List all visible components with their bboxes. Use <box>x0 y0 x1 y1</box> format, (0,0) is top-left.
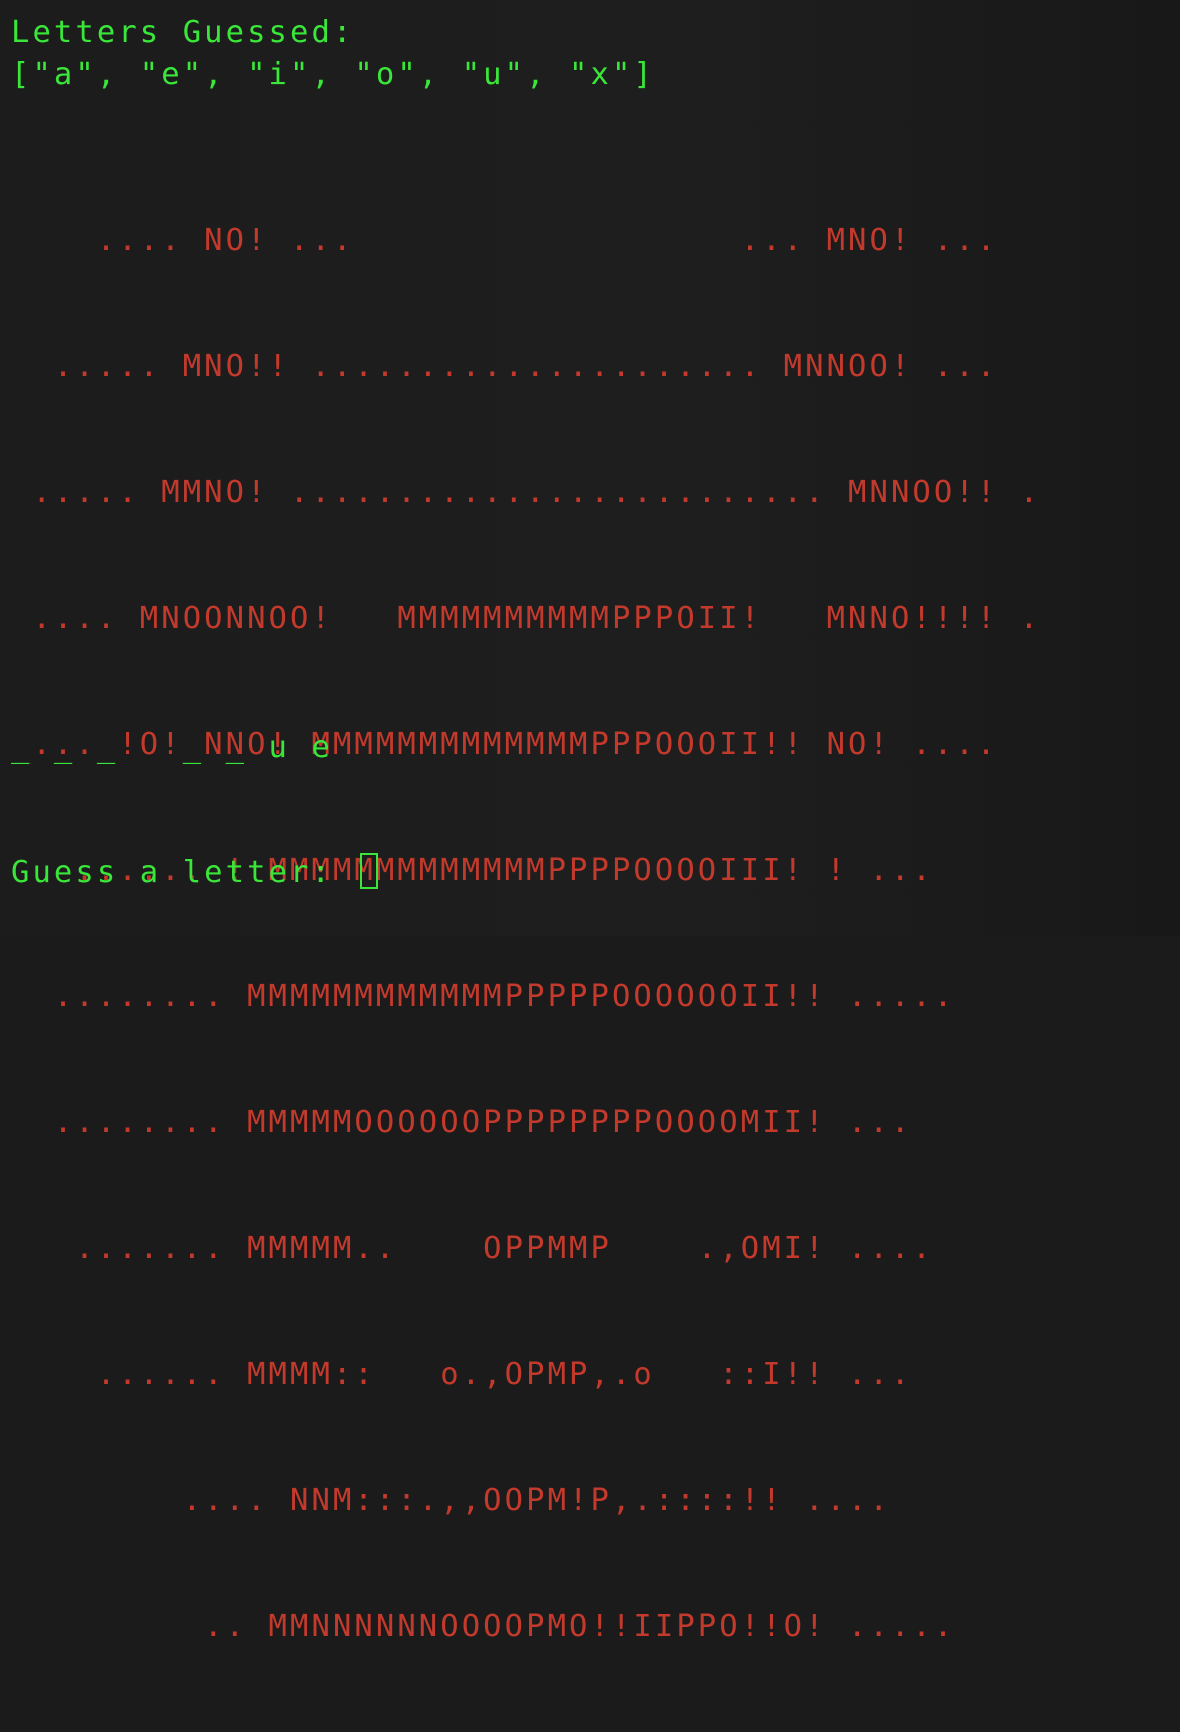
letters-guessed-label: Letters Guessed: <box>11 15 355 50</box>
guess-prompt: Guess a letter: <box>11 855 355 890</box>
ascii-art-line: ........ MMMMMOOOOOOPPPPPPPPOOOOMII! ... <box>11 1105 913 1140</box>
ascii-art-line: .... NO! ... ... MNO! ... <box>11 223 999 258</box>
ascii-art-line: ..... MMNO! ......................... MN… <box>11 475 1042 510</box>
ascii-art-line: ..... MNO!! ..................... MNNOO!… <box>11 349 999 384</box>
letters-guessed-list: ["a", "e", "i", "o", "u", "x"] <box>11 57 655 92</box>
ascii-art-line: .... MNOONNOO! MMMMMMMMMMPPPOII! MNNO!!!… <box>11 601 1042 636</box>
ascii-art: .... NO! ... ... MNO! ... ..... MNO!! ..… <box>11 136 1041 1732</box>
ascii-art-line: .. MMNNNNNNOOOOPMO!!IIPPO!!O! ..... <box>11 1609 956 1644</box>
guess-prompt-line: Guess a letter: <box>11 852 379 894</box>
input-cursor[interactable] <box>360 852 379 889</box>
ascii-art-line: ........ MMMMMMMMMMMMPPPPPOOOOOOII!! ...… <box>11 979 956 1014</box>
ascii-art-line: ....... MMMMM.. OPPMMP .,OMI! .... <box>11 1231 934 1266</box>
word-progress: _ _ _ _ _ u e <box>11 730 333 765</box>
ascii-art-line: .... NNM:::.,,OOPM!P,.::::!! .... <box>11 1483 891 1518</box>
ascii-art-line: ...... MMMM:: o.,OPMP,.o ::I!! ... <box>11 1357 913 1392</box>
terminal-window: Letters Guessed: ["a", "e", "i", "o", "u… <box>0 0 1180 1644</box>
